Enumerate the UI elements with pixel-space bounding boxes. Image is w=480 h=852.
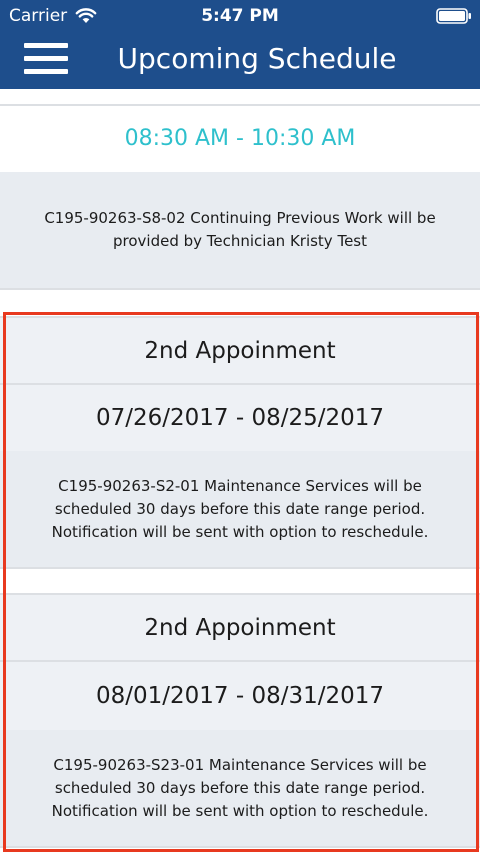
appointment-title: 2nd Appoinment xyxy=(0,595,480,660)
page-title: Upcoming Schedule xyxy=(117,42,397,75)
appointment-date-range: 07/26/2017 - 08/25/2017 xyxy=(0,385,480,451)
status-time: 5:47 PM xyxy=(201,6,279,26)
appointment-description: C195-90263-S8-02 Continuing Previous Wor… xyxy=(0,172,480,288)
appointment-description: C195-90263-S23-01 Maintenance Services w… xyxy=(0,730,480,846)
appointment-description: C195-90263-S2-01 Maintenance Services wi… xyxy=(0,451,480,567)
battery-icon xyxy=(436,8,471,24)
appointment-time-range: 08:30 AM - 10:30 AM xyxy=(0,106,480,172)
section-gap xyxy=(0,569,480,593)
nav-bar: Upcoming Schedule xyxy=(0,32,480,89)
appointment-date-range: 08/01/2017 - 08/31/2017 xyxy=(0,662,480,730)
status-bar: Carrier 5:47 PM xyxy=(0,0,480,32)
appointment-title: 2nd Appoinment xyxy=(0,318,480,383)
schedule-list[interactable]: 08:30 AM - 10:30 AM C195-90263-S8-02 Con… xyxy=(0,89,480,852)
section-gap xyxy=(0,290,480,316)
divider xyxy=(0,846,480,848)
